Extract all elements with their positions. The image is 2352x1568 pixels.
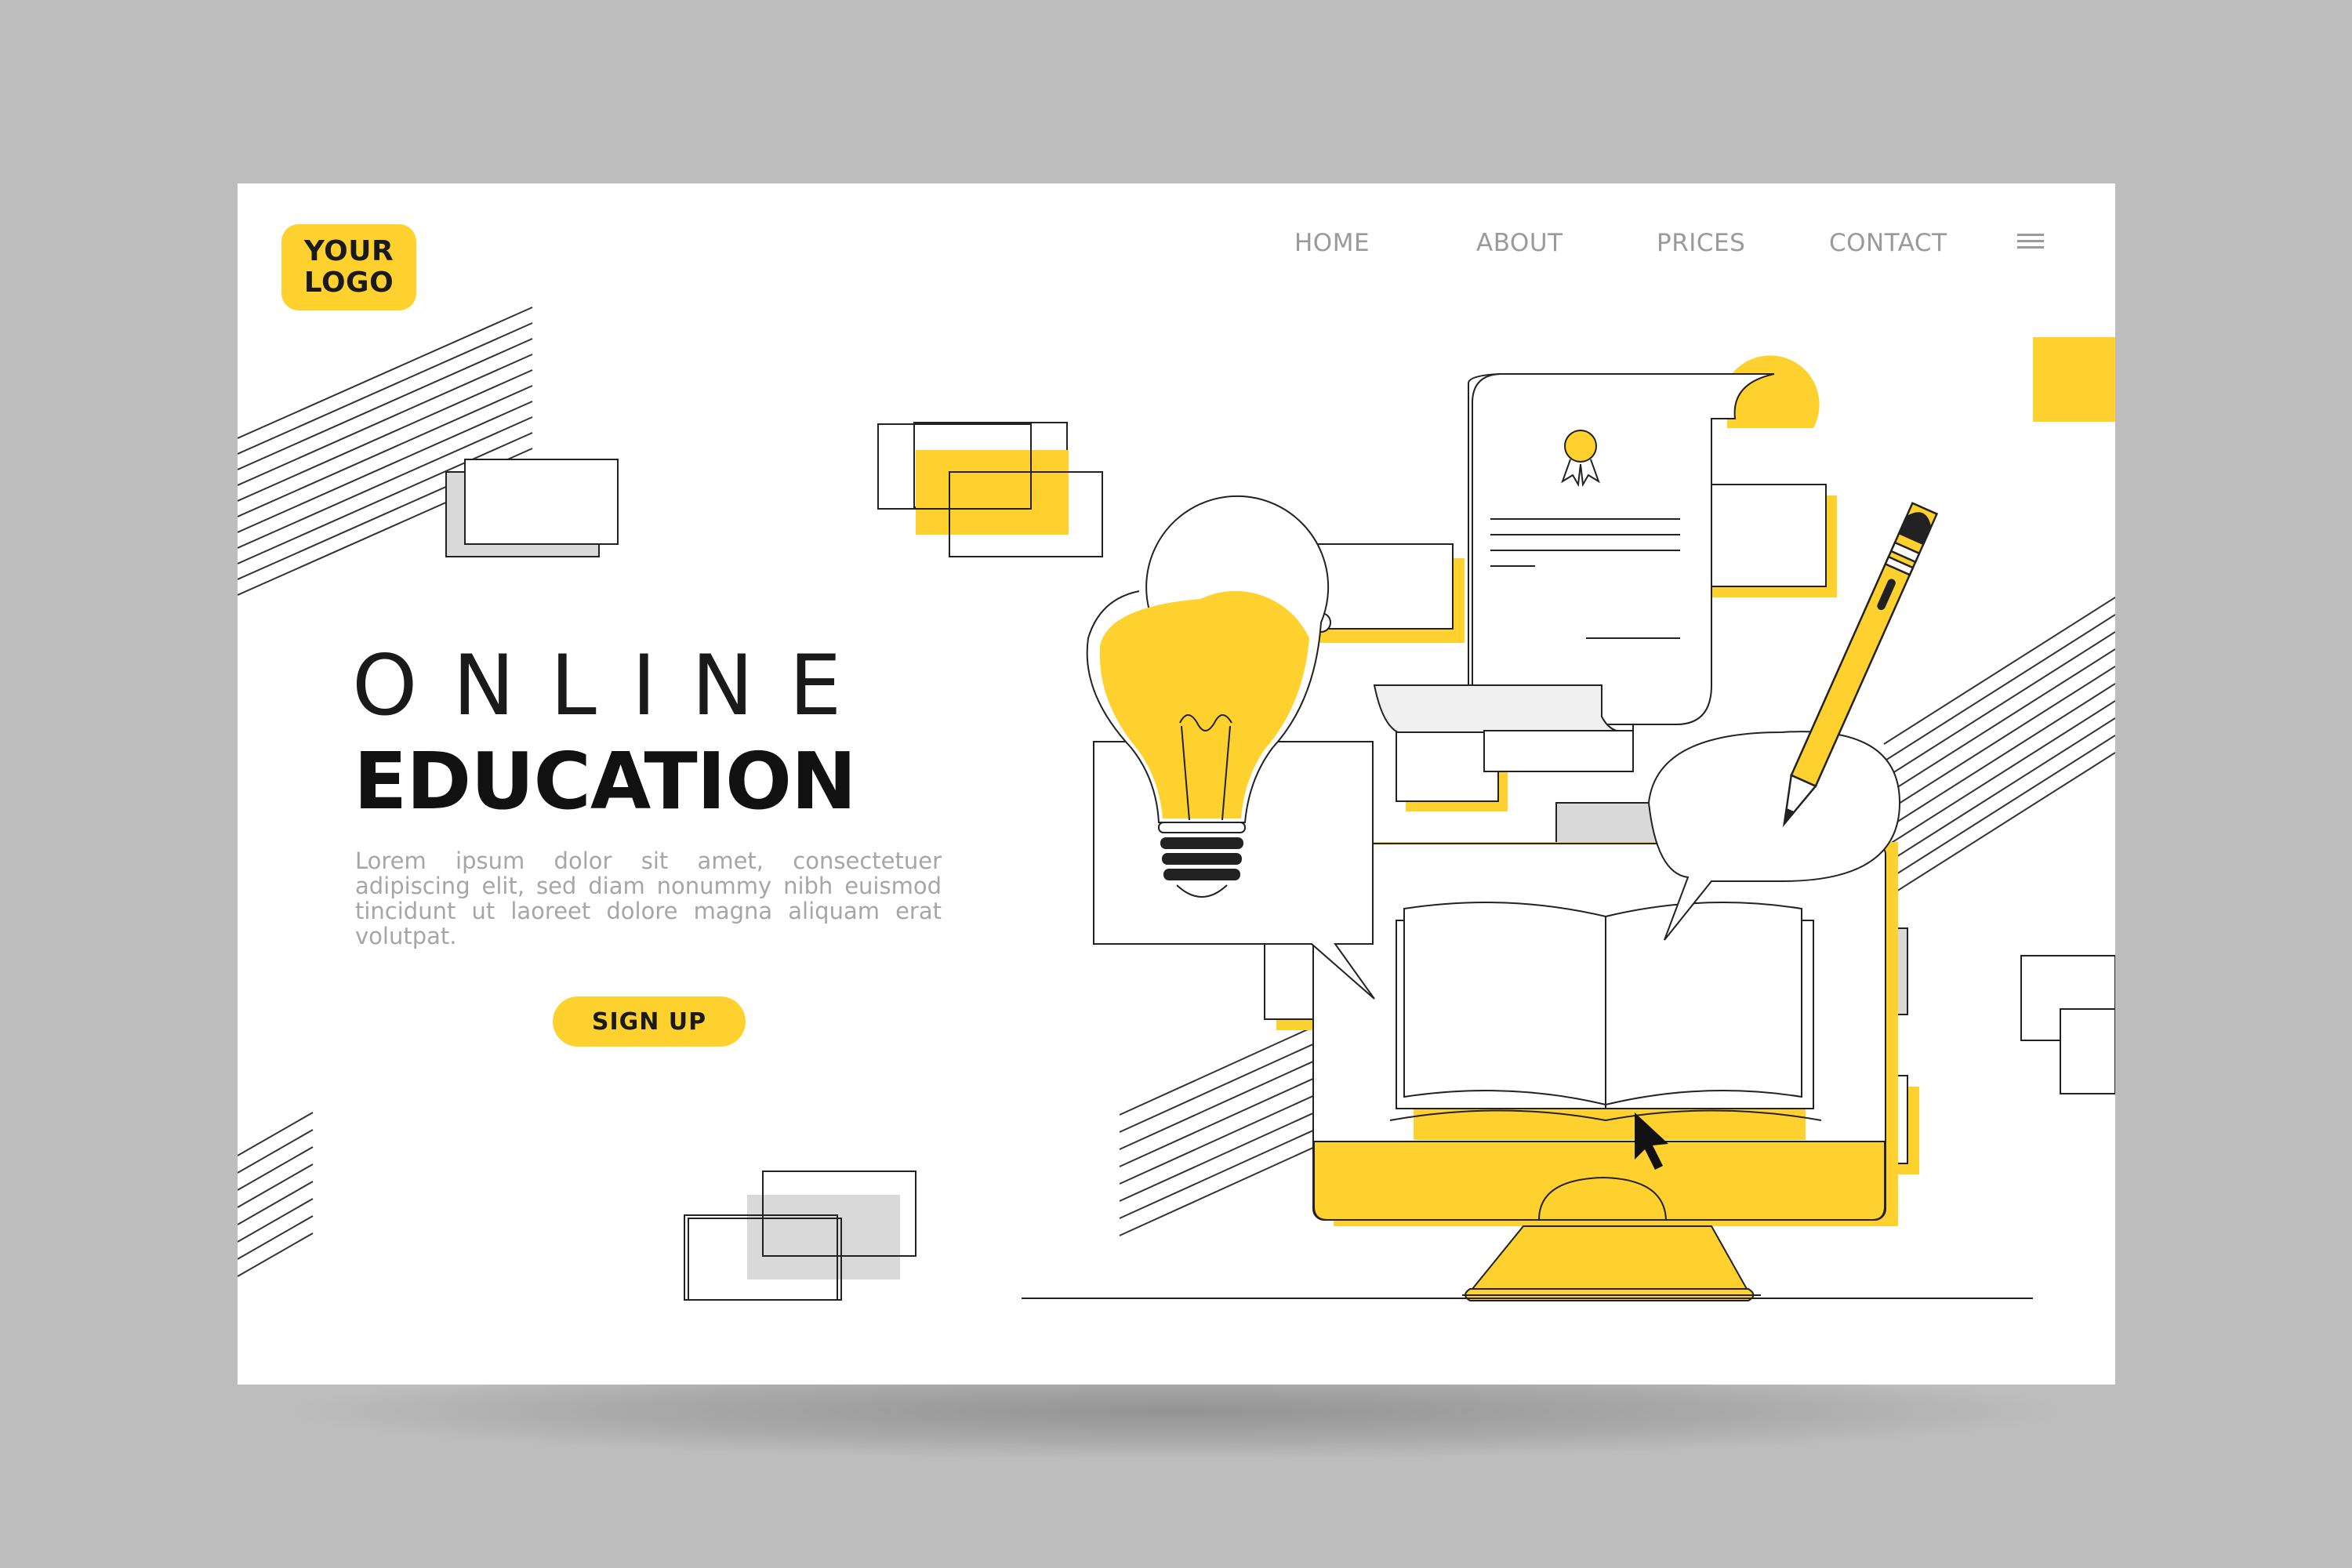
stripes-right	[1883, 597, 2115, 900]
yellow-square-top-right	[2033, 337, 2115, 422]
hero-title-line2: EDUCATION	[354, 735, 857, 827]
open-book-icon	[1389, 902, 1822, 1140]
card-group-top-left	[445, 459, 619, 557]
card-group-top-center	[877, 422, 1103, 557]
stripes-bottom-left	[238, 1112, 314, 1277]
nav-about[interactable]: ABOUT	[1476, 229, 1563, 257]
nav-prices[interactable]: PRICES	[1657, 229, 1745, 257]
sign-up-button[interactable]: SIGN UP	[553, 996, 746, 1047]
logo-text-line1: YOUR	[303, 235, 394, 267]
nav-home[interactable]: HOME	[1294, 229, 1370, 257]
hero-title-line1: ONLINE	[352, 637, 877, 734]
nav-contact[interactable]: CONTACT	[1829, 229, 1947, 257]
logo-text-line2: LOGO	[303, 267, 394, 299]
card-group-right	[2020, 955, 2115, 1094]
hero-description: Lorem ipsum dolor sit amet, consectetuer…	[355, 848, 942, 949]
card-group-bottom-center	[684, 1171, 916, 1301]
logo[interactable]: YOUR LOGO	[281, 224, 416, 310]
landing-page: YOUR LOGO HOME ABOUT PRICES CONTACT ONLI…	[238, 183, 2115, 1385]
hamburger-menu-icon[interactable]	[2017, 232, 2044, 251]
